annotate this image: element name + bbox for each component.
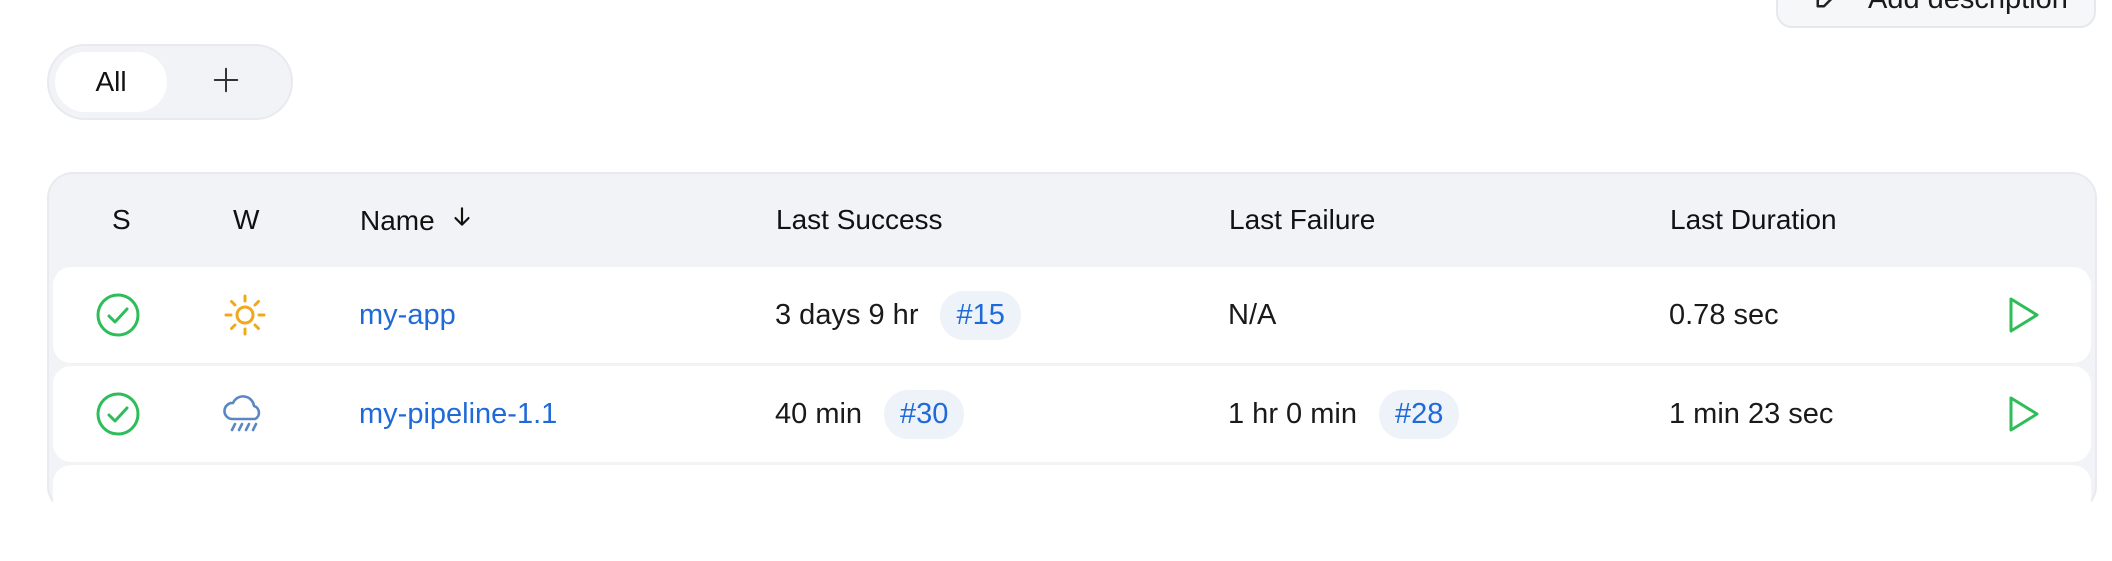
last-failure-time: 1 hr 0 min (1228, 397, 1357, 430)
last-failure-cell: N/A (1228, 267, 1276, 363)
build-link[interactable]: #15 (940, 290, 1021, 340)
jobs-table: S W Name Last Success Last Failure Last … (47, 172, 2097, 561)
last-success-time: 40 min (775, 397, 863, 430)
last-success-time: 3 days 9 hr (775, 298, 919, 331)
plus-icon (211, 65, 241, 100)
add-description-label: Add description (1868, 0, 2068, 16)
table-row: my-app 3 days 9 hr #15 N/A 0.78 sec (53, 267, 2091, 363)
column-header-name-label: Name (360, 204, 435, 236)
table-row (53, 465, 2091, 561)
column-header-name[interactable]: Name (360, 204, 475, 237)
last-duration: 1 min 23 sec (1669, 397, 1834, 430)
table-row: my-pipeline-1.1 40 min #30 1 hr 0 min #2… (53, 366, 2091, 462)
build-link[interactable]: #30 (884, 389, 965, 439)
arrow-down-icon (449, 204, 475, 237)
column-header-weather[interactable]: W (233, 204, 259, 236)
last-success-cell: 40 min #30 (775, 366, 965, 462)
add-description-button[interactable]: Add description (1776, 0, 2096, 28)
column-header-last-success[interactable]: Last Success (776, 204, 943, 236)
play-icon[interactable] (2003, 267, 2043, 363)
table-header: S W Name Last Success Last Failure Last … (49, 174, 2095, 264)
last-duration: 0.78 sec (1669, 298, 1779, 331)
add-view-button[interactable] (167, 52, 285, 112)
play-icon[interactable] (2003, 366, 2043, 462)
sunny-icon (221, 267, 269, 363)
pencil-icon (1814, 0, 1844, 18)
last-failure-cell: 1 hr 0 min #28 (1228, 366, 1460, 462)
rainy-icon (219, 366, 269, 462)
column-header-last-failure[interactable]: Last Failure (1229, 204, 1375, 236)
job-link[interactable]: my-app (359, 267, 456, 363)
tab-all[interactable]: All (55, 52, 168, 112)
column-header-last-duration[interactable]: Last Duration (1670, 204, 1837, 236)
last-success-cell: 3 days 9 hr #15 (775, 267, 1021, 363)
build-link[interactable]: #28 (1378, 389, 1460, 439)
last-failure-time: N/A (1228, 298, 1277, 331)
success-check-icon (95, 366, 141, 462)
success-check-icon (95, 267, 141, 363)
job-link[interactable]: my-pipeline-1.1 (359, 366, 557, 462)
column-header-status[interactable]: S (112, 204, 131, 236)
view-tabs: All (47, 44, 293, 120)
